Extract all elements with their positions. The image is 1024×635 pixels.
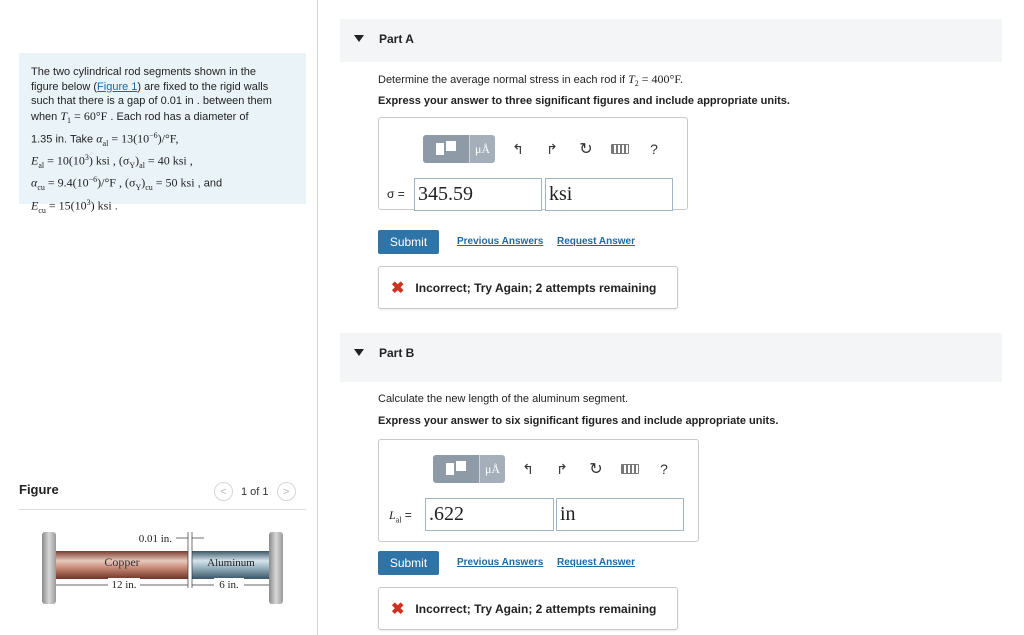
undo-icon[interactable]: ↰ (501, 135, 535, 163)
help-icon[interactable]: ? (647, 455, 681, 483)
math-val: , (σ (115, 176, 136, 191)
math-val: = 13(10 (108, 131, 150, 146)
template-group: μÅ (433, 455, 505, 483)
template-icon[interactable] (433, 455, 479, 483)
problem-line: when (31, 110, 61, 123)
feedback-text: Incorrect; Try Again; 2 attempts remaini… (415, 280, 657, 295)
incorrect-icon: ✖ (391, 600, 405, 618)
copper-label: Copper (104, 555, 139, 569)
part-b-instruction: Express your answer to six significant f… (378, 415, 779, 427)
math-val: = 10(10 (44, 153, 85, 168)
part-a-answer-box: μÅ ↰ ↱ ↻ ? σ = 345.59 ksi (378, 117, 688, 211)
problem-line: 1.35 in. Take (31, 133, 97, 146)
left-wall (42, 532, 56, 604)
redo-icon[interactable]: ↱ (535, 135, 569, 163)
template-icon[interactable] (423, 135, 469, 163)
math-var: T (628, 72, 635, 86)
problem-line: ) are fixed to the rigid walls (137, 80, 269, 93)
problem-line: such that there is a gap of 0.01 in . be… (31, 95, 272, 108)
gap-label: 0.01 in. (139, 533, 173, 545)
math-val: )/°F (97, 176, 116, 191)
math-val: = 15(10 (45, 198, 87, 213)
math-val: ) ksi (88, 153, 110, 168)
part-a-instruction: Express your answer to three significant… (378, 95, 790, 107)
template-group: μÅ (423, 135, 495, 163)
part-a-feedback: ✖ Incorrect; Try Again; 2 attempts remai… (378, 266, 678, 309)
sigma-label: σ = (387, 187, 405, 201)
part-a-toolbar: μÅ ↰ ↱ ↻ ? (423, 135, 671, 163)
keyboard-icon[interactable] (603, 135, 637, 163)
math-val: )/°F, (157, 131, 179, 146)
question-text: Determine the average normal stress in e… (378, 74, 629, 86)
problem-line: . (111, 200, 118, 213)
left-panel: The two cylindrical rod segments shown i… (0, 0, 318, 635)
math-val: = 40 ksi , (144, 153, 193, 168)
part-b-answer-box: μÅ ↰ ↱ ↻ ? Lal = .622 in (378, 439, 699, 542)
prev-figure-button[interactable]: < (214, 482, 233, 501)
aluminum-label: Aluminum (207, 557, 255, 569)
part-a-header[interactable]: Part A (340, 19, 1002, 62)
math-val: = 400°F. (638, 72, 684, 86)
part-a-value-input[interactable]: 345.59 (414, 178, 542, 211)
math-eq: = (401, 508, 412, 522)
part-a-submit-button[interactable]: Submit (378, 230, 439, 254)
part-a-previous-answers-link[interactable]: Previous Answers (457, 236, 543, 247)
math-sub: cu (38, 205, 46, 215)
figure-title: Figure (19, 482, 59, 497)
rod-figure: 0.01 in. Copper Aluminum 12 in. 6 in. (42, 532, 283, 604)
problem-line: figure below ( (31, 80, 98, 93)
problem-line: , and (194, 178, 223, 191)
math-sub: cu (145, 183, 153, 193)
part-a-unit-input[interactable]: ksi (545, 178, 673, 211)
aluminum-length: 6 in. (219, 579, 239, 591)
math-exp: −6 (88, 175, 98, 185)
part-b-feedback: ✖ Incorrect; Try Again; 2 attempts remai… (378, 587, 678, 630)
units-icon[interactable]: μÅ (469, 135, 495, 163)
collapse-triangle-icon[interactable] (354, 35, 364, 42)
units-icon[interactable]: μÅ (479, 455, 505, 483)
pager-label: 1 of 1 (241, 485, 269, 498)
part-a-request-answer-link[interactable]: Request Answer (557, 236, 635, 247)
part-a-question: Determine the average normal stress in e… (378, 72, 683, 88)
math-val: ) ksi (90, 198, 112, 213)
part-b-label: Part B (379, 346, 415, 360)
problem-statement: The two cylindrical rod segments shown i… (19, 53, 306, 215)
math-val: = 60°F (71, 108, 108, 123)
part-b-header[interactable]: Part B (340, 333, 1002, 382)
part-a-label: Part A (379, 32, 414, 46)
redo-icon[interactable]: ↱ (545, 455, 579, 483)
math-sub: cu (37, 183, 45, 193)
part-b-request-answer-link[interactable]: Request Answer (557, 557, 635, 568)
incorrect-icon: ✖ (391, 279, 405, 297)
right-wall (269, 532, 283, 604)
part-b-previous-answers-link[interactable]: Previous Answers (457, 557, 543, 568)
copper-length: 12 in. (111, 579, 136, 591)
figure-link[interactable]: Figure 1 (97, 81, 137, 93)
part-b-submit-button[interactable]: Submit (378, 551, 439, 575)
help-icon[interactable]: ? (637, 135, 671, 163)
reset-icon[interactable]: ↻ (569, 135, 603, 163)
math-val: , (σ (109, 153, 130, 168)
undo-icon[interactable]: ↰ (511, 455, 545, 483)
length-label: Lal = (389, 508, 412, 524)
math-val: = 9.4(10 (44, 176, 89, 191)
part-b-unit-input[interactable]: in (556, 498, 684, 531)
math-var: L (389, 508, 396, 522)
part-b-question: Calculate the new length of the aluminum… (378, 393, 629, 405)
next-figure-button[interactable]: > (276, 482, 296, 501)
problem-line: . Each rod has a diameter of (107, 110, 249, 123)
reset-icon[interactable]: ↻ (579, 455, 613, 483)
problem-line: The two cylindrical rod segments shown i… (31, 66, 256, 78)
part-b-toolbar: μÅ ↰ ↱ ↻ ? (433, 455, 681, 483)
feedback-text: Incorrect; Try Again; 2 attempts remaini… (415, 601, 657, 616)
math-exp: −6 (149, 130, 158, 140)
collapse-triangle-icon[interactable] (354, 349, 364, 356)
figure-pager: < 1 of 1 > (214, 482, 296, 501)
math-val: = 50 ksi (152, 176, 195, 191)
figure-divider (19, 509, 306, 510)
part-b-value-input[interactable]: .622 (425, 498, 554, 531)
keyboard-icon[interactable] (613, 455, 647, 483)
